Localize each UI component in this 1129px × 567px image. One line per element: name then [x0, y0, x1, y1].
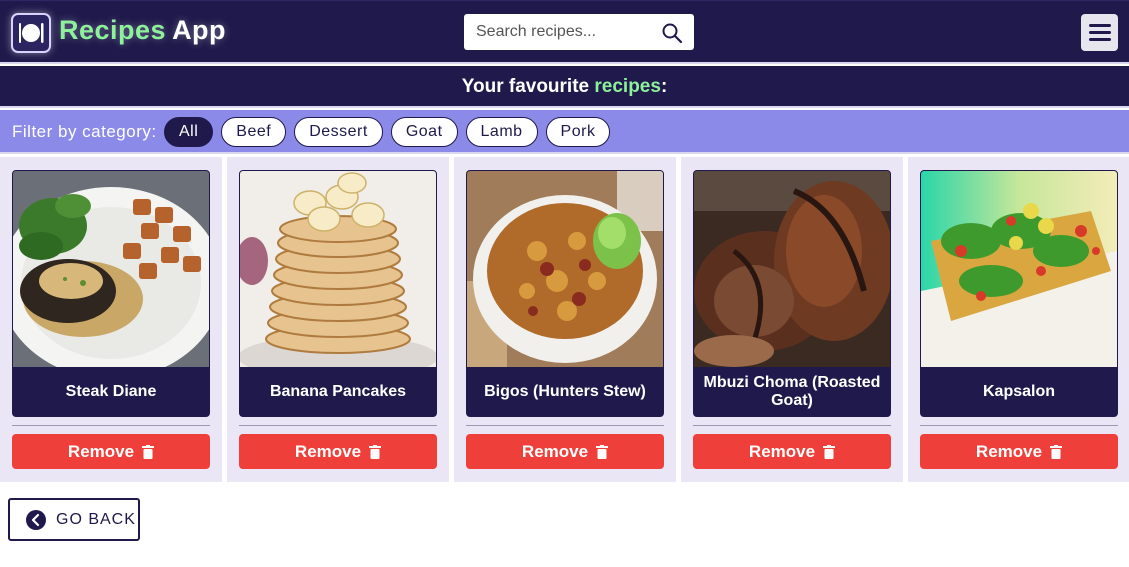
recipe-card-link[interactable]: Steak Diane [12, 170, 210, 417]
recipe-title: Kapsalon [982, 382, 1055, 400]
filter-label: Filter by category: [12, 122, 157, 141]
page-title-colon: : [660, 76, 668, 97]
recipe-title: Banana Pancakes [269, 382, 407, 400]
recipe-title: Steak Diane [65, 382, 157, 400]
remove-label: Remove [975, 441, 1043, 461]
remove-button[interactable]: Remove [920, 434, 1118, 469]
chip-beef[interactable]: Beef [221, 117, 287, 147]
remove-button[interactable]: Remove [239, 434, 437, 469]
go-back-button[interactable]: GO BACK [8, 498, 140, 541]
chip-all[interactable]: All [164, 117, 214, 147]
card-divider [920, 425, 1118, 426]
go-back-label: GO BACK [56, 510, 136, 528]
remove-button[interactable]: Remove [12, 434, 210, 469]
category-chips: All Beef Dessert Goat Lamb Pork [164, 117, 611, 147]
app-title-part2: App [172, 15, 227, 45]
bigos-photo [467, 171, 663, 367]
app-header: Recipes App [0, 0, 1129, 64]
remove-button[interactable]: Remove [466, 434, 664, 469]
recipe-card: Steak Diane Remove [0, 157, 222, 482]
remove-label: Remove [748, 441, 816, 461]
recipe-card-link[interactable]: Kapsalon [920, 170, 1118, 417]
trash-icon [823, 444, 836, 459]
kapsalon-photo [921, 171, 1117, 367]
chip-pork[interactable]: Pork [545, 117, 611, 147]
recipe-card-link[interactable]: Mbuzi Choma (Roasted Goat) [693, 170, 891, 417]
hamburger-menu-icon[interactable] [1081, 14, 1118, 51]
trash-icon [369, 444, 382, 459]
recipe-card: Kapsalon Remove [908, 157, 1129, 482]
category-filter-bar: Filter by category: All Beef Dessert Goa… [0, 110, 1129, 154]
chip-goat[interactable]: Goat [390, 117, 458, 147]
search-input[interactable] [464, 14, 654, 50]
banana-pancakes-photo [240, 171, 436, 367]
trash-icon [596, 444, 609, 459]
recipe-title: Mbuzi Choma (Roasted Goat) [703, 373, 881, 409]
search-icon[interactable] [660, 21, 684, 45]
chip-dessert[interactable]: Dessert [294, 117, 383, 147]
recipe-card: Banana Pancakes Remove [227, 157, 449, 482]
page-title: Your favourite recipes: [0, 66, 1129, 108]
app-title[interactable]: Recipes App [59, 15, 226, 46]
card-divider [239, 425, 437, 426]
recipe-card: Bigos (Hunters Stew) Remove [454, 157, 676, 482]
page-title-text: Your favourite [461, 76, 595, 97]
recipe-card: Mbuzi Choma (Roasted Goat) Remove [681, 157, 903, 482]
recipe-title: Bigos (Hunters Stew) [484, 382, 646, 400]
recipe-card-link[interactable]: Banana Pancakes [239, 170, 437, 417]
app-title-part1: Recipes [59, 15, 167, 45]
page-title-highlight: recipes [594, 76, 661, 97]
remove-label: Remove [294, 441, 362, 461]
mbuzi-choma-photo [694, 171, 890, 367]
recipe-card-link[interactable]: Bigos (Hunters Stew) [466, 170, 664, 417]
trash-icon [1050, 444, 1063, 459]
card-divider [466, 425, 664, 426]
chip-lamb[interactable]: Lamb [465, 117, 538, 147]
search-box [464, 14, 694, 50]
chevron-left-circle-icon [26, 509, 46, 530]
trash-icon [142, 444, 155, 459]
plate-cutlery-icon[interactable] [11, 13, 51, 53]
card-divider [12, 425, 210, 426]
remove-label: Remove [67, 441, 135, 461]
steak-diane-photo [13, 171, 209, 367]
remove-button[interactable]: Remove [693, 434, 891, 469]
card-divider [693, 425, 891, 426]
recipe-cards: Steak Diane Remove Banana Pancakes Remov… [0, 157, 1129, 482]
remove-label: Remove [521, 441, 589, 461]
